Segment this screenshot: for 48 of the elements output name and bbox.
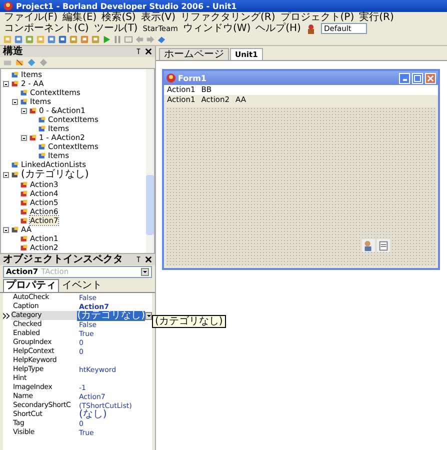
pause-icon[interactable] bbox=[113, 35, 122, 44]
run-icon[interactable] bbox=[102, 35, 111, 44]
tree-item[interactable]: (カテゴリなし) bbox=[21, 170, 89, 179]
property-value[interactable]: (なし) bbox=[79, 410, 107, 420]
current-row-icon bbox=[3, 312, 10, 318]
forward-icon[interactable] bbox=[146, 35, 155, 44]
menu-item[interactable]: 実行(R) bbox=[359, 12, 394, 23]
menu-item[interactable]: ツール(T) bbox=[94, 23, 138, 34]
collapse-toggle[interactable] bbox=[12, 98, 18, 104]
menu-item[interactable]: 検索(S) bbox=[102, 12, 136, 23]
back-icon[interactable] bbox=[135, 35, 144, 44]
person-component-icon[interactable] bbox=[362, 239, 375, 252]
menu-item[interactable]: ヘルプ(H) bbox=[256, 23, 301, 34]
collapse-toggle[interactable] bbox=[3, 172, 9, 178]
editor-tab[interactable]: ホームページ bbox=[159, 48, 229, 60]
collapse-toggle[interactable] bbox=[3, 80, 9, 86]
scrollbar[interactable] bbox=[146, 69, 154, 253]
menu-item[interactable]: プロジェクト(P) bbox=[280, 12, 354, 23]
figure-icon[interactable] bbox=[306, 24, 316, 34]
stop-icon[interactable] bbox=[124, 35, 133, 44]
close-button[interactable] bbox=[425, 72, 436, 84]
node-icon bbox=[11, 170, 19, 178]
menu-item[interactable]: ウィンドウ(W) bbox=[182, 23, 251, 34]
node-icon bbox=[11, 160, 19, 168]
list-component-icon[interactable] bbox=[377, 239, 390, 252]
panel-title: オブジェクトインスペクタ bbox=[3, 254, 124, 265]
app-icon bbox=[166, 73, 176, 83]
form-title: Form1 bbox=[178, 74, 208, 82]
maximize-button[interactable] bbox=[412, 72, 423, 84]
menu-item[interactable]: コンポーネント(C) bbox=[4, 23, 89, 34]
dropdown-icon[interactable] bbox=[145, 312, 152, 320]
collapse-toggle[interactable] bbox=[21, 134, 27, 140]
menu-item[interactable]: ファイル(F) bbox=[4, 12, 58, 23]
minimize-button[interactable] bbox=[399, 72, 410, 84]
window-title: Project1 - Borland Developer Studio 2006 - Unit1 bbox=[16, 2, 237, 10]
dropdown-icon[interactable] bbox=[141, 268, 149, 276]
close-icon[interactable] bbox=[145, 48, 152, 55]
tooltip: (カテゴリなし) bbox=[152, 315, 226, 328]
menu-item[interactable]: 編集(E) bbox=[62, 12, 97, 23]
collapse-toggle[interactable] bbox=[21, 108, 27, 114]
panel-title: 構造 bbox=[3, 46, 24, 57]
menu-item[interactable]: リファクタリング(R) bbox=[180, 12, 276, 23]
app-icon bbox=[3, 1, 13, 11]
inspector-tab[interactable]: イベント bbox=[59, 279, 105, 292]
collapse-toggle[interactable] bbox=[3, 226, 9, 232]
menu-item[interactable]: 表示(V) bbox=[140, 12, 176, 23]
close-icon[interactable] bbox=[145, 256, 152, 263]
inspector-tab[interactable]: プロパティ bbox=[3, 279, 59, 292]
